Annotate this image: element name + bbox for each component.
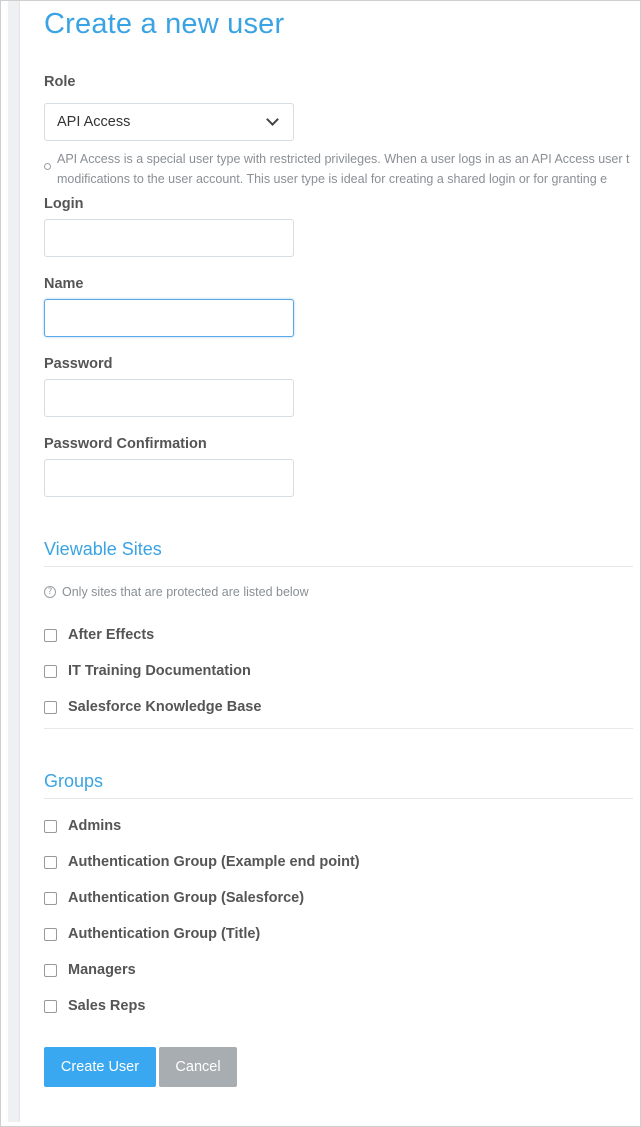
sidebar-strip — [8, 1, 20, 1122]
group-checkbox-row[interactable]: Managers — [44, 962, 136, 978]
group-checkbox[interactable] — [44, 963, 57, 977]
group-checkbox[interactable] — [44, 999, 57, 1013]
viewable-sites-bottom-divider — [44, 728, 633, 729]
site-checkbox-row[interactable]: Salesforce Knowledge Base — [44, 699, 261, 715]
info-icon — [44, 163, 51, 170]
create-user-button[interactable]: Create User — [44, 1047, 156, 1087]
question-circle-icon: ? — [44, 586, 56, 598]
name-label: Name — [44, 276, 84, 292]
group-label: Managers — [68, 962, 136, 978]
group-label: Admins — [68, 818, 122, 834]
group-checkbox-row[interactable]: Admins — [44, 818, 121, 834]
role-select-value: API Access — [57, 114, 131, 130]
site-checkbox[interactable] — [44, 700, 57, 714]
groups-divider — [44, 798, 633, 799]
group-label: Authentication Group (Salesforce) — [68, 890, 305, 906]
viewable-sites-title: Viewable Sites — [44, 539, 162, 559]
site-checkbox[interactable] — [44, 628, 57, 642]
chevron-down-icon — [266, 113, 279, 126]
site-label: After Effects — [68, 627, 155, 643]
group-label: Authentication Group (Example end point) — [68, 854, 360, 870]
cancel-button[interactable]: Cancel — [159, 1047, 237, 1087]
site-label: IT Training Documentation — [68, 663, 251, 679]
site-label: Salesforce Knowledge Base — [68, 699, 262, 715]
viewable-sites-note: ? Only sites that are protected are list… — [44, 585, 309, 599]
group-checkbox[interactable] — [44, 927, 57, 941]
group-checkbox[interactable] — [44, 891, 57, 905]
password-confirmation-input[interactable] — [44, 459, 294, 497]
site-checkbox-row[interactable]: After Effects — [44, 627, 154, 643]
password-label: Password — [44, 356, 113, 372]
login-input[interactable] — [44, 219, 294, 257]
group-checkbox-row[interactable]: Authentication Group (Salesforce) — [44, 890, 304, 906]
role-help-line-1: API Access is a special user type with r… — [57, 152, 630, 166]
group-checkbox[interactable] — [44, 819, 57, 833]
create-user-form: Create a new user Role API Access API Ac… — [44, 1, 640, 1126]
group-label: Authentication Group (Title) — [68, 926, 261, 942]
viewable-sites-note-text: Only sites that are protected are listed… — [62, 585, 309, 599]
site-checkbox-row[interactable]: IT Training Documentation — [44, 663, 251, 679]
password-input[interactable] — [44, 379, 294, 417]
viewable-sites-divider — [44, 566, 633, 567]
app-window: Create a new user Role API Access API Ac… — [0, 0, 641, 1127]
role-select[interactable]: API Access — [44, 103, 294, 141]
site-checkbox[interactable] — [44, 664, 57, 678]
group-checkbox[interactable] — [44, 855, 57, 869]
role-help-text: API Access is a special user type with r… — [44, 149, 640, 189]
groups-title: Groups — [44, 771, 104, 791]
page-title: Create a new user — [44, 8, 285, 40]
login-label: Login — [44, 196, 84, 212]
role-help-line-2: modifications to the user account. This … — [57, 172, 608, 186]
group-checkbox-row[interactable]: Sales Reps — [44, 998, 145, 1014]
group-checkbox-row[interactable]: Authentication Group (Example end point) — [44, 854, 360, 870]
password-confirmation-label: Password Confirmation — [44, 436, 207, 452]
name-input[interactable] — [44, 299, 294, 337]
group-label: Sales Reps — [68, 998, 146, 1014]
group-checkbox-row[interactable]: Authentication Group (Title) — [44, 926, 260, 942]
role-label: Role — [44, 74, 76, 90]
